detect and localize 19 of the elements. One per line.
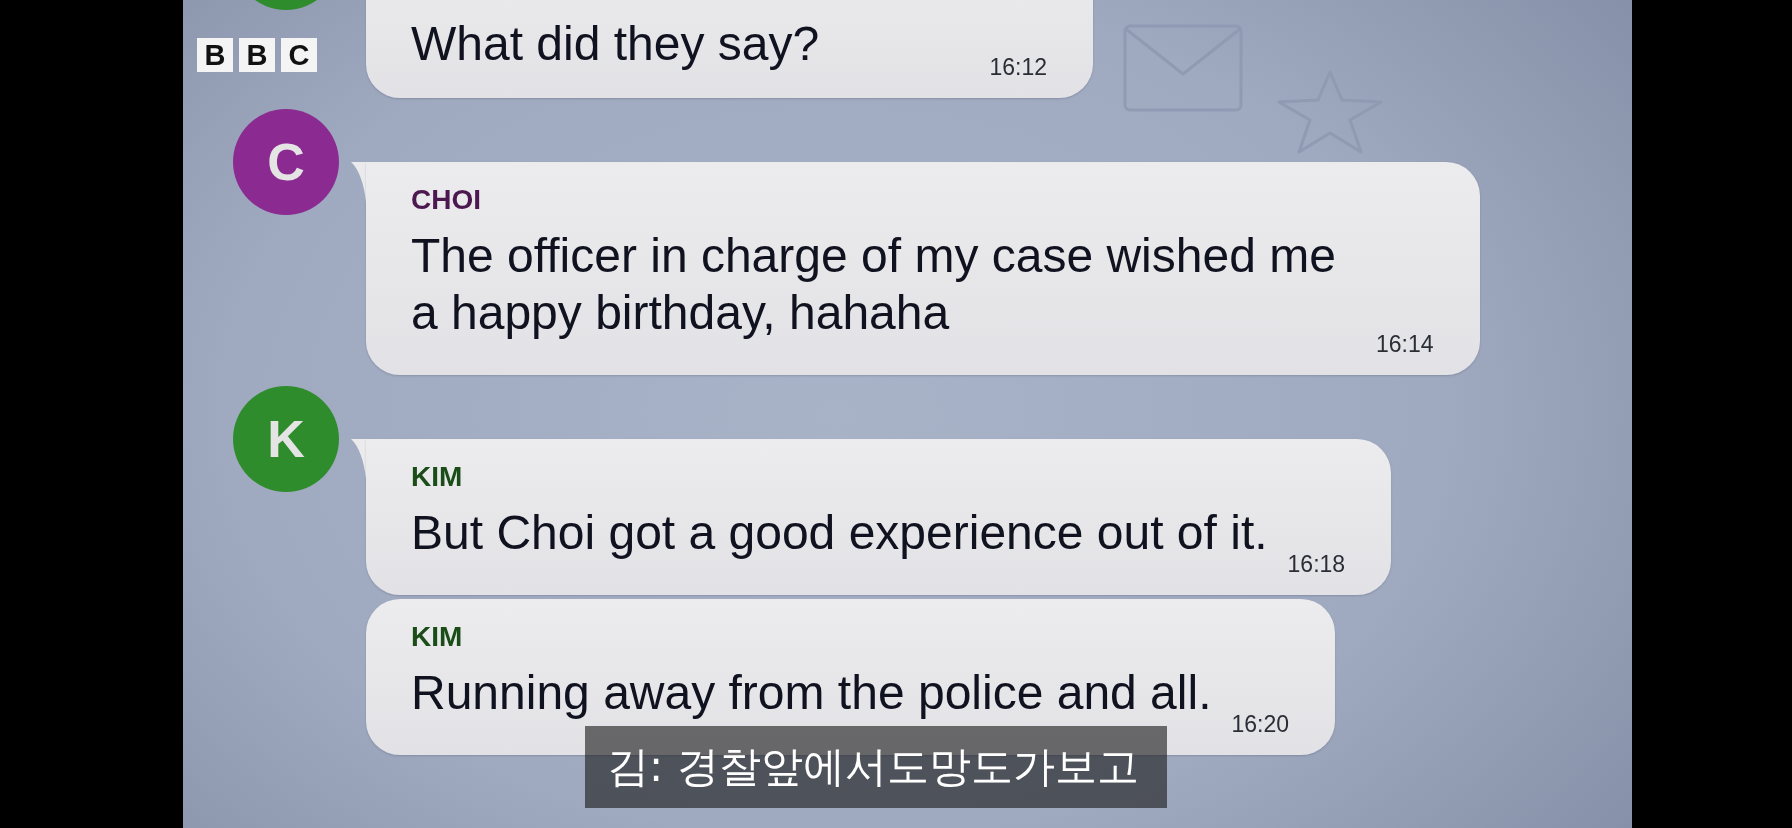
message-text: What did they say?: [411, 16, 820, 72]
logo-letter: C: [281, 38, 317, 72]
sender-name: CHOI: [411, 184, 481, 216]
message-text: Running away from the police and all.: [411, 665, 1212, 721]
message-text: The officer in charge of my case wished me a happy birthday, hahaha: [411, 228, 1337, 341]
bubble-tail: [351, 162, 366, 202]
message-text: But Choi got a good experience out of it.: [411, 505, 1268, 561]
logo-letter: B: [197, 38, 233, 72]
avatar: K: [233, 386, 339, 492]
avatar: C: [233, 109, 339, 215]
sender-name: KIM: [411, 621, 463, 653]
bubble-tail: [351, 439, 366, 479]
sender-name: KIM: [411, 461, 463, 493]
message-time: 16:12: [989, 54, 1047, 80]
message-time: 16:14: [1376, 331, 1434, 357]
subtitle-caption: 김: 경찰앞에서도망도가보고: [585, 726, 1167, 808]
logo-letter: B: [239, 38, 275, 72]
message-time: 16:18: [1287, 551, 1346, 577]
message-time: 16:20: [1231, 711, 1290, 737]
